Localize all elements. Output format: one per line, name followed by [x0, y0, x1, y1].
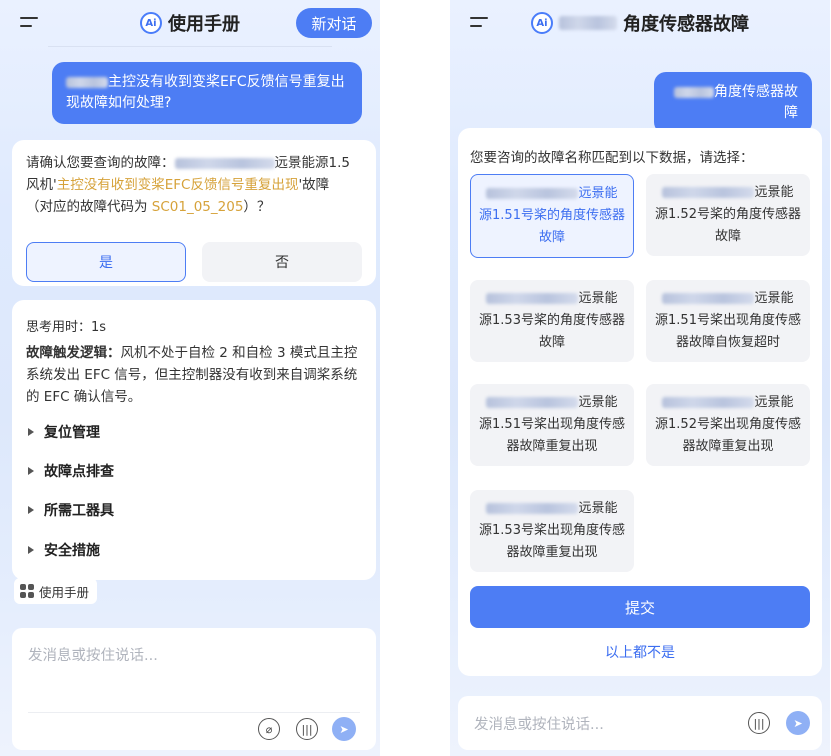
- user-message-text: 角度传感器故障: [714, 84, 798, 121]
- option-line1: 远景能: [578, 291, 618, 306]
- fault-option[interactable]: 远景能源1.51号桨出现角度传感器故障自恢复超时: [646, 280, 810, 362]
- message-input[interactable]: 发消息或按住说话... ⌀ ||| ➤: [12, 628, 376, 750]
- section-label: 安全措施: [44, 543, 100, 559]
- header: Ai 角度传感器故障: [450, 0, 830, 46]
- voice-icon[interactable]: |||: [296, 718, 318, 740]
- redacted-text: [662, 397, 755, 408]
- redacted-text: [486, 503, 579, 514]
- none-of-above-link[interactable]: 以上都不是: [458, 642, 822, 662]
- ai-logo-icon: Ai: [140, 12, 162, 34]
- header-divider: [48, 46, 332, 47]
- confirm-line2-prefix: 风机': [26, 177, 57, 193]
- fault-logic: 故障触发逻辑：风机不处于自检 2 和自检 3 模式且主控系统发出 EFC 信号，…: [26, 342, 366, 408]
- confirm-message: 请确认您要查询的故障： 远景能源1.5 风机'主控没有收到变桨EFC反馈信号重复出…: [26, 152, 366, 218]
- answer-card: 思考用时：1s 故障触发逻辑：风机不处于自检 2 和自检 3 模式且主控系统发出…: [12, 300, 376, 580]
- ai-logo-icon: Ai: [531, 12, 553, 34]
- option-line1: 远景能: [754, 185, 794, 200]
- redacted-text: [66, 76, 108, 88]
- fault-option[interactable]: 远景能源1.51号桨的角度传感器故障: [470, 174, 634, 258]
- submit-button[interactable]: 提交: [470, 586, 810, 628]
- option-line1: 远景能: [578, 395, 618, 410]
- section-tools[interactable]: 所需工器具: [28, 500, 114, 520]
- logic-title: 故障触发逻辑：: [26, 345, 121, 361]
- section-troubleshoot[interactable]: 故障点排查: [28, 461, 114, 481]
- input-placeholder: 发消息或按住说话...: [28, 648, 158, 664]
- fault-option[interactable]: 远景能源1.53号桨出现角度传感器故障重复出现: [470, 490, 634, 572]
- header: Ai 使用手册 新对话: [0, 0, 380, 46]
- user-message-bubble: 主控没有收到变桨EFC反馈信号重复出现故障如何处理?: [52, 62, 362, 124]
- option-text: 源1.51号桨出现角度传感器故障重复出现: [479, 417, 625, 454]
- section-label: 所需工器具: [44, 503, 114, 519]
- new-chat-button[interactable]: 新对话: [296, 8, 372, 38]
- redacted-text: [486, 293, 579, 304]
- redacted-text: [486, 188, 579, 199]
- input-divider: [28, 712, 360, 713]
- option-text: 源1.52号桨出现角度传感器故障重复出现: [655, 417, 801, 454]
- manual-tag-label: 使用手册: [39, 584, 90, 600]
- option-text: 源1.51号桨出现角度传感器故障自恢复超时: [655, 313, 801, 350]
- code-suffix: ）？: [243, 199, 271, 215]
- option-line1: 远景能: [754, 291, 794, 306]
- voice-icon[interactable]: |||: [748, 712, 770, 734]
- expand-arrow-icon: [28, 428, 34, 436]
- expand-arrow-icon: [28, 546, 34, 554]
- code-prefix: （对应的故障代码为: [26, 199, 152, 215]
- confirm-card: 请确认您要查询的故障： 远景能源1.5 风机'主控没有收到变桨EFC反馈信号重复出…: [12, 140, 376, 286]
- left-screen: Ai 使用手册 新对话 主控没有收到变桨EFC反馈信号重复出现故障如何处理? 请…: [0, 0, 380, 756]
- manual-tag[interactable]: 使用手册: [14, 578, 98, 604]
- attachment-icon[interactable]: ⌀: [258, 718, 280, 740]
- send-icon[interactable]: ➤: [786, 711, 810, 735]
- message-input[interactable]: 发消息或按住说话... ||| ➤: [458, 696, 822, 750]
- fault-option[interactable]: 远景能源1.52号桨出现角度传感器故障重复出现: [646, 384, 810, 466]
- section-safety[interactable]: 安全措施: [28, 540, 100, 560]
- expand-arrow-icon: [28, 506, 34, 514]
- redacted-text: [174, 157, 275, 169]
- fault-code: SC01_05_205: [151, 199, 244, 215]
- confirm-line2-suffix: '故障: [298, 177, 330, 193]
- no-button[interactable]: 否: [202, 242, 362, 282]
- page-title: 角度传感器故障: [623, 14, 749, 35]
- redacted-text: [674, 86, 714, 98]
- expand-arrow-icon: [28, 467, 34, 475]
- redacted-text: [662, 187, 755, 198]
- redacted-text: [559, 16, 617, 30]
- thinking-time: 思考用时：1s: [26, 320, 107, 335]
- section-label: 复位管理: [44, 425, 100, 441]
- option-text: 源1.51号桨的角度传感器故障: [479, 208, 625, 245]
- option-text: 源1.53号桨的角度传感器故障: [479, 313, 625, 350]
- yes-button[interactable]: 是: [26, 242, 186, 282]
- title-group: Ai 角度传感器故障: [450, 10, 830, 36]
- fault-option[interactable]: 远景能源1.51号桨出现角度传感器故障重复出现: [470, 384, 634, 466]
- option-line1: 远景能: [578, 501, 618, 516]
- section-reset[interactable]: 复位管理: [28, 422, 100, 442]
- redacted-text: [486, 397, 579, 408]
- confirm-model: 远景能源1.5: [274, 155, 350, 171]
- option-text: 源1.52号桨的角度传感器故障: [655, 207, 801, 244]
- page-title: 使用手册: [168, 14, 240, 35]
- send-icon[interactable]: ➤: [332, 717, 356, 741]
- choose-title: 您要咨询的故障名称匹配到以下数据，请选择：: [470, 150, 754, 166]
- option-line1: 远景能: [578, 186, 618, 201]
- right-screen: Ai 角度传感器故障 角度传感器故障 您要咨询的故障名称匹配到以下数据，请选择：…: [450, 0, 830, 756]
- redacted-text: [662, 293, 755, 304]
- user-message-bubble: 角度传感器故障: [654, 72, 812, 134]
- fault-option[interactable]: 远景能源1.53号桨的角度传感器故障: [470, 280, 634, 362]
- option-line1: 远景能: [754, 395, 794, 410]
- input-placeholder: 发消息或按住说话...: [474, 717, 604, 733]
- options-card: 您要咨询的故障名称匹配到以下数据，请选择： 远景能 源1.51号桨的角度传感器故障…: [458, 128, 822, 676]
- grid-icon: [20, 584, 34, 598]
- section-label: 故障点排查: [44, 464, 114, 480]
- option-text: 源1.53号桨出现角度传感器故障重复出现: [479, 523, 625, 560]
- confirm-prefix: 请确认您要查询的故障：: [26, 155, 175, 171]
- fault-name: 主控没有收到变桨EFC反馈信号重复出现: [56, 177, 299, 193]
- fault-option[interactable]: 远景能源1.52号桨的角度传感器故障: [646, 174, 810, 256]
